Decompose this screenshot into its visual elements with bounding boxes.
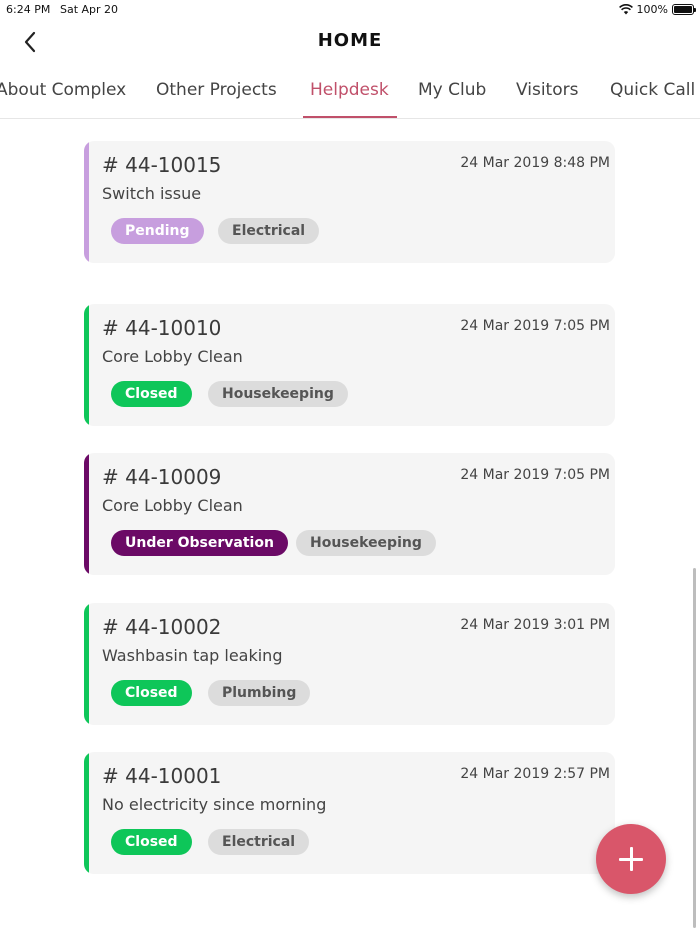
ticket-date: 24 Mar 2019 8:48 PM	[460, 155, 610, 171]
tab-other-projects[interactable]: Other Projects	[156, 80, 277, 119]
page-title: HOME	[317, 30, 383, 51]
ticket-title: Core Lobby Clean	[102, 347, 243, 366]
status-indicators: 100%	[618, 3, 696, 16]
add-ticket-button[interactable]	[596, 824, 666, 894]
ticket-number: # 44-10009	[102, 465, 222, 489]
ticket-number: # 44-10010	[102, 316, 222, 340]
ticket-card[interactable]: # 44-10015 24 Mar 2019 8:48 PM Switch is…	[84, 141, 615, 263]
ticket-card[interactable]: # 44-10009 24 Mar 2019 7:05 PM Core Lobb…	[84, 453, 615, 575]
ticket-title: No electricity since morning	[102, 795, 327, 814]
battery-percentage: 100%	[636, 3, 668, 16]
ticket-date: 24 Mar 2019 7:05 PM	[460, 467, 610, 483]
card-status-accent	[84, 453, 89, 575]
ticket-title: Washbasin tap leaking	[102, 646, 283, 665]
category-badge: Plumbing	[208, 680, 311, 706]
status-date: Sat Apr 20	[60, 3, 119, 16]
category-badge: Electrical	[208, 829, 310, 855]
ticket-title: Switch issue	[102, 184, 202, 203]
category-badge: Housekeeping	[208, 381, 348, 407]
card-status-accent	[84, 752, 89, 874]
ticket-number: # 44-10002	[102, 615, 222, 639]
tab-helpdesk[interactable]: Helpdesk	[310, 80, 389, 119]
ticket-title: Core Lobby Clean	[102, 496, 243, 515]
ticket-number: # 44-10015	[102, 153, 222, 177]
card-status-accent	[84, 141, 89, 263]
status-badge: Under Observation	[111, 530, 288, 556]
status-badge: Closed	[111, 680, 192, 706]
ticket-number: # 44-10001	[102, 764, 222, 788]
ticket-date: 24 Mar 2019 2:57 PM	[460, 766, 610, 782]
status-bar: 6:24 PM Sat Apr 20 100%	[0, 0, 700, 20]
tab-bar: About Complex Other Projects Helpdesk My…	[0, 70, 700, 119]
active-tab-indicator	[303, 116, 397, 118]
tab-my-club[interactable]: My Club	[418, 80, 486, 119]
status-time: 6:24 PM	[6, 3, 51, 16]
ticket-date: 24 Mar 2019 7:05 PM	[460, 318, 610, 334]
status-badge: Pending	[111, 218, 204, 244]
battery-icon	[672, 4, 696, 15]
ticket-card[interactable]: # 44-10001 24 Mar 2019 2:57 PM No electr…	[84, 752, 615, 874]
category-badge: Housekeeping	[296, 530, 436, 556]
ticket-card[interactable]: # 44-10002 24 Mar 2019 3:01 PM Washbasin…	[84, 603, 615, 725]
scrollbar[interactable]	[693, 568, 696, 928]
tab-quick-call[interactable]: Quick Call	[610, 80, 695, 119]
card-status-accent	[84, 603, 89, 725]
card-status-accent	[84, 304, 89, 426]
tab-visitors[interactable]: Visitors	[516, 80, 578, 119]
wifi-icon	[618, 4, 633, 15]
ticket-card[interactable]: # 44-10010 24 Mar 2019 7:05 PM Core Lobb…	[84, 304, 615, 426]
category-badge: Electrical	[218, 218, 320, 244]
tab-about-complex[interactable]: About Complex	[0, 80, 126, 119]
ticket-date: 24 Mar 2019 3:01 PM	[460, 617, 610, 633]
plus-icon	[619, 847, 643, 871]
status-badge: Closed	[111, 829, 192, 855]
nav-bar: HOME	[0, 22, 700, 62]
status-badge: Closed	[111, 381, 192, 407]
